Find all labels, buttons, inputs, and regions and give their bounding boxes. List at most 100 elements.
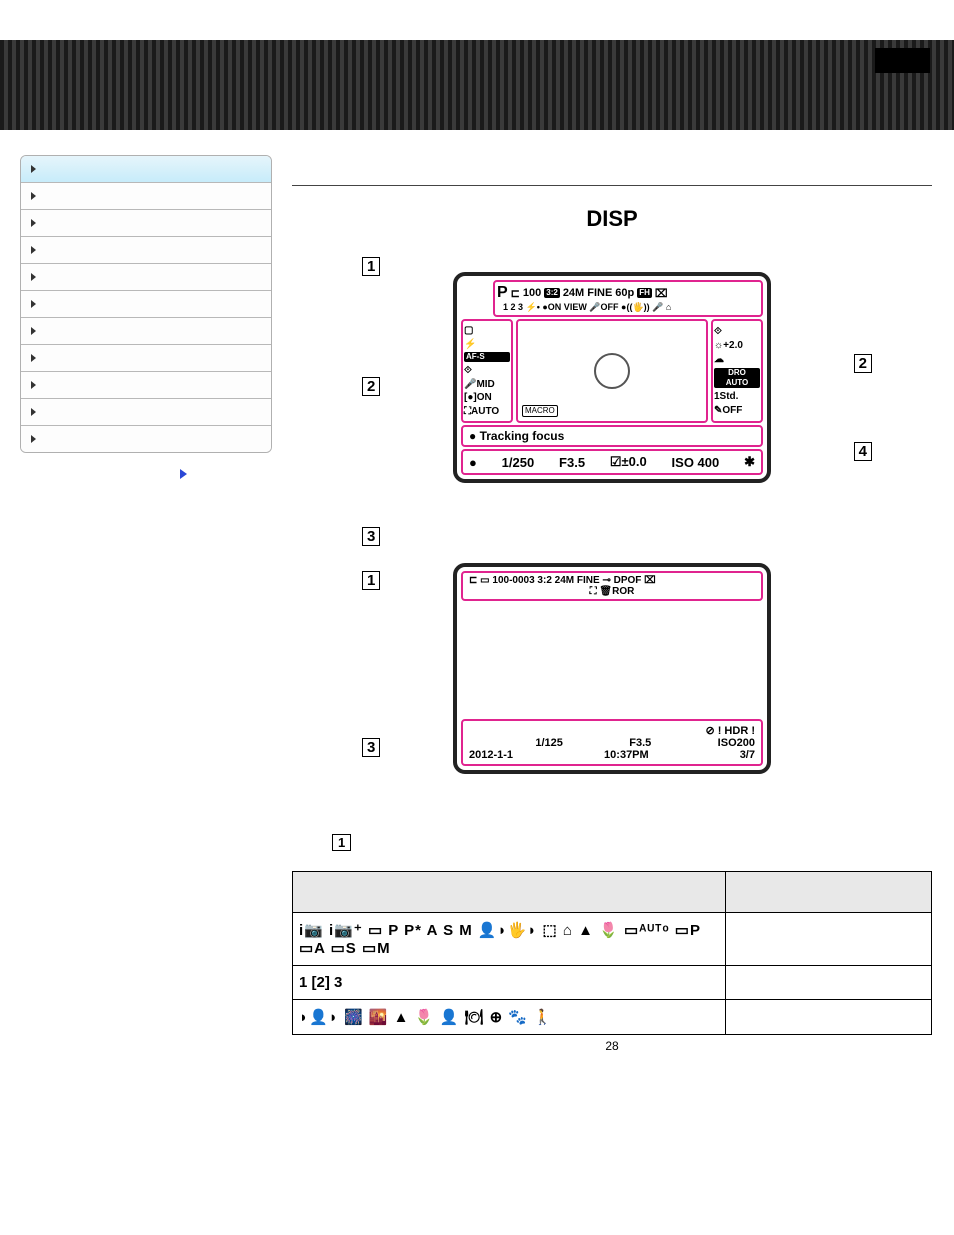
section-1-callout: 1 — [332, 834, 932, 851]
chevron-right-icon — [31, 273, 36, 281]
sidebar-item-6[interactable] — [21, 318, 271, 345]
tracking-focus-label: ● Tracking focus — [469, 429, 564, 443]
pb-time: 10:37PM — [604, 749, 649, 761]
chevron-right-icon — [31, 435, 36, 443]
mode-icon: P — [497, 284, 508, 302]
sidebar-item-2[interactable] — [21, 210, 271, 237]
page-body: DISP 1 2 2 4 3 P ⊏ 100 3:2 24M FINE 60p — [0, 130, 954, 1093]
pb-callout-1: 1 — [362, 571, 380, 590]
metering-icon: ⟐ — [714, 326, 760, 337]
callout-2r: 2 — [854, 354, 872, 373]
scene-icons-cell: ◗👤◗ 🎆 🌇 ▲ 🌷 👤 🍽 ⊕ 🐾 🚶 — [293, 1000, 726, 1035]
pb-top-line1: ⊏ ▭ 100-0003 3:2 24M FINE ⊸ DPOF ⌧ — [469, 575, 755, 586]
ae-lock-icon: ✱ — [744, 454, 755, 470]
battery-icon: ⊏ — [511, 287, 520, 300]
chevron-right-icon — [31, 165, 36, 173]
pb-icons-row: ⊘ ! HDR ! — [705, 724, 755, 737]
shutter-speed: 1/250 — [502, 455, 535, 470]
focus-mode-icon: AF-S — [464, 352, 510, 362]
quality: FINE — [587, 287, 612, 299]
sidebar-item-7[interactable] — [21, 345, 271, 372]
pb-image-area — [457, 605, 767, 715]
sidebar-item-0[interactable] — [21, 156, 271, 183]
lcd-top-line1: P ⊏ 100 3:2 24M FINE 60p FH ⌧ — [497, 284, 759, 302]
flash-comp-icon: ☼+2.0 — [714, 340, 760, 351]
header-strip — [0, 40, 954, 130]
lcd-left-column: ▢ ⚡ AF-S ⟐ 🎤MID [●]ON ⛶AUTO — [461, 319, 513, 423]
sidebar-item-10[interactable] — [21, 426, 271, 452]
pb-date: 2012-1-1 — [469, 749, 513, 761]
lcd-tracking-row: ● Tracking focus — [461, 425, 763, 447]
af-area-icon: ⟐ — [464, 365, 510, 376]
table-header-indication — [726, 872, 932, 913]
chevron-right-icon — [31, 354, 36, 362]
drive-mode-icon: ▢ — [464, 325, 510, 336]
pb-iso: ISO200 — [718, 737, 755, 749]
table-row: i📷 i📷⁺ ▭ P P* A S M 👤◗🖐◗ ⬚ ⌂ ▲ 🌷 ▭ᴬᵁᵀᵒ ▭… — [293, 913, 932, 966]
content: DISP 1 2 2 4 3 P ⊏ 100 3:2 24M FINE 60p — [292, 155, 932, 1073]
table-row: 1 [2] 3 — [293, 966, 932, 1000]
lcd-body: ▢ ⚡ AF-S ⟐ 🎤MID [●]ON ⛶AUTO MACRO — [457, 319, 767, 423]
shooting-diagram: 1 2 2 4 3 P ⊏ 100 3:2 24M FINE 60p FH ⌧ — [382, 272, 842, 483]
sidebar-wrap — [20, 155, 272, 1073]
memory-meaning-cell — [726, 966, 932, 1000]
dro-icon: DRO AUTO — [714, 368, 760, 388]
scene-meaning-cell — [726, 1000, 932, 1035]
table-header-row — [293, 872, 932, 913]
wb-icon: ☁ — [714, 354, 760, 365]
mic-level-icon: 🎤MID — [464, 379, 510, 390]
playback-lcd: ⊏ ▭ 100-0003 3:2 24M FINE ⊸ DPOF ⌧ ⛶ 🗑RO… — [453, 563, 771, 774]
sidebar-item-8[interactable] — [21, 372, 271, 399]
pb-aperture: F3.5 — [629, 737, 651, 749]
macro-badge: MACRO — [522, 405, 558, 417]
af-target-icon — [594, 353, 630, 389]
sidebar-item-9[interactable] — [21, 399, 271, 426]
card-icon: ⌧ — [655, 287, 668, 300]
ev-comp: ☑±0.0 — [610, 454, 647, 470]
pb-bottom-section: ⊘ ! HDR ! 1/125 F3.5 ISO200 2012-1-1 10:… — [461, 719, 763, 766]
aperture: F3.5 — [559, 455, 585, 470]
sidebar-sublink[interactable] — [20, 453, 272, 479]
mode-meaning-cell — [726, 913, 932, 966]
camera-lcd: P ⊏ 100 3:2 24M FINE 60p FH ⌧ 1 2 3 ⚡• ●… — [453, 272, 771, 483]
flash-mode-icon: ⚡ — [464, 339, 510, 350]
pb-callout-3: 3 — [362, 738, 380, 757]
sidebar-item-3[interactable] — [21, 237, 271, 264]
pb-top-line2: ⛶ 🗑ROR — [469, 586, 755, 597]
mode-icons-cell: i📷 i📷⁺ ▭ P P* A S M 👤◗🖐◗ ⬚ ⌂ ▲ 🌷 ▭ᴬᵁᵀᵒ ▭… — [293, 913, 726, 966]
rec-dot-icon: ● — [469, 455, 477, 470]
disp-heading: DISP — [292, 206, 932, 232]
rec-on-icon: [●]ON — [464, 392, 510, 403]
lcd-bottom-row: ● 1/250 F3.5 ☑±0.0 ISO 400 ✱ — [461, 449, 763, 475]
chevron-right-icon — [31, 246, 36, 254]
chevron-right-icon — [31, 192, 36, 200]
callout-4: 4 — [854, 442, 872, 461]
callout-1: 1 — [362, 257, 380, 276]
chevron-right-icon — [31, 300, 36, 308]
arrow-right-icon — [180, 469, 187, 479]
sidebar-item-1[interactable] — [21, 183, 271, 210]
chevron-right-icon — [31, 219, 36, 227]
memory-icons-cell: 1 [2] 3 — [293, 966, 726, 1000]
lcd-top-line2: 1 2 3 ⚡• ●ON VIEW 🎤OFF ●((🖐)) 🎤 ⌂ — [497, 302, 759, 313]
rec-mode-icon: FH — [637, 288, 652, 298]
pb-shutter: 1/125 — [535, 737, 563, 749]
sidebar-item-5[interactable] — [21, 291, 271, 318]
divider — [292, 185, 932, 186]
fps: 60p — [615, 287, 634, 299]
chevron-right-icon — [31, 408, 36, 416]
shots-remaining: 100 — [523, 287, 541, 299]
table-row: ◗👤◗ 🎆 🌇 ▲ 🌷 👤 🍽 ⊕ 🐾 🚶 — [293, 1000, 932, 1035]
sidebar — [20, 155, 272, 453]
creative-style-icon: 1Std. — [714, 391, 760, 402]
iso: ISO 400 — [672, 455, 720, 470]
lcd-right-column: ⟐ ☼+2.0 ☁ DRO AUTO 1Std. ✎OFF — [711, 319, 763, 423]
sidebar-item-4[interactable] — [21, 264, 271, 291]
callout-2l: 2 — [362, 377, 380, 396]
pb-top-section: ⊏ ▭ 100-0003 3:2 24M FINE ⊸ DPOF ⌧ ⛶ 🗑RO… — [461, 571, 763, 601]
pb-count: 3/7 — [740, 749, 755, 761]
image-size: 24M — [563, 287, 584, 299]
table-header-display — [293, 872, 726, 913]
effect-off-icon: ✎OFF — [714, 405, 760, 416]
aspect-ratio-icon: 3:2 — [544, 288, 560, 298]
